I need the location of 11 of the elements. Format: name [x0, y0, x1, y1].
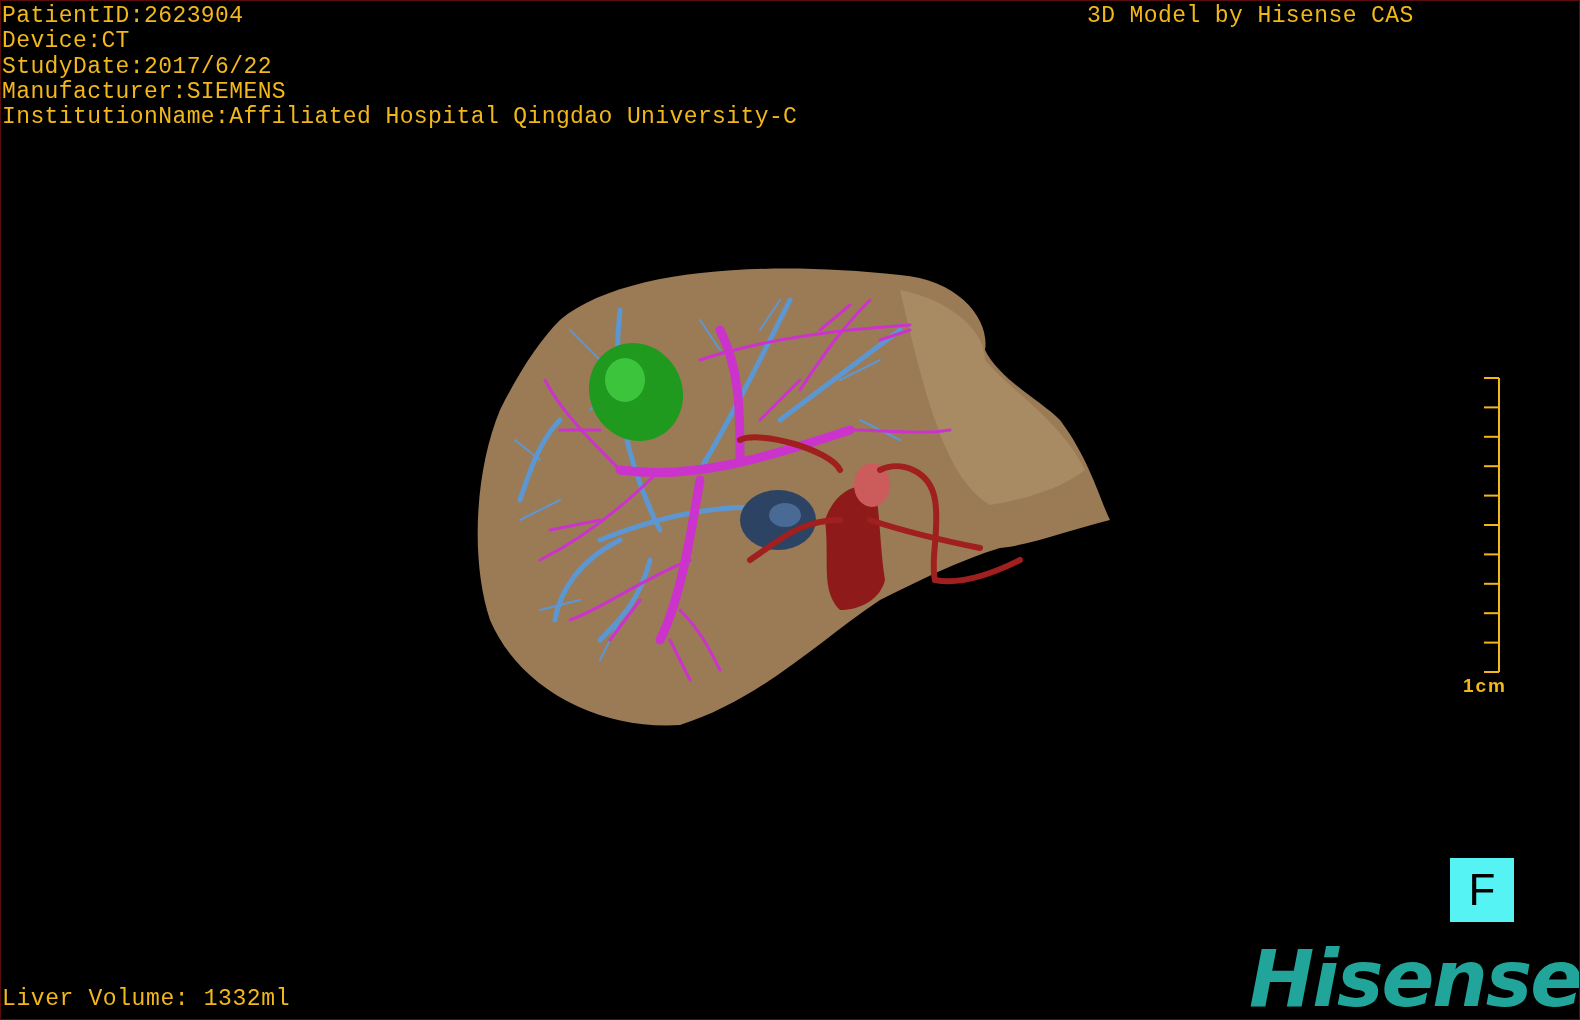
study-info-text: InstitutionName:Affiliated Hospital Qingdao University-C [2, 105, 798, 131]
liver-volume-text: Liver Volume: 1332ml [2, 985, 291, 1013]
study-info-text: Manufacturer:SIEMENS [2, 79, 288, 105]
study-info-text: PatientID:2623904 [2, 4, 245, 29]
scale-label: 1cm [1462, 675, 1507, 697]
study-info-text: Device:CT [2, 29, 131, 55]
orientation-button[interactable]: F [1450, 858, 1514, 922]
study-info-text: StudyDate:2017/6/22 [2, 54, 273, 80]
credit-text: 3D Model by Hisense CAS [1087, 4, 1414, 29]
brand-logo: Hisense [1249, 939, 1579, 1019]
scale-ruler-icon [1483, 377, 1503, 673]
